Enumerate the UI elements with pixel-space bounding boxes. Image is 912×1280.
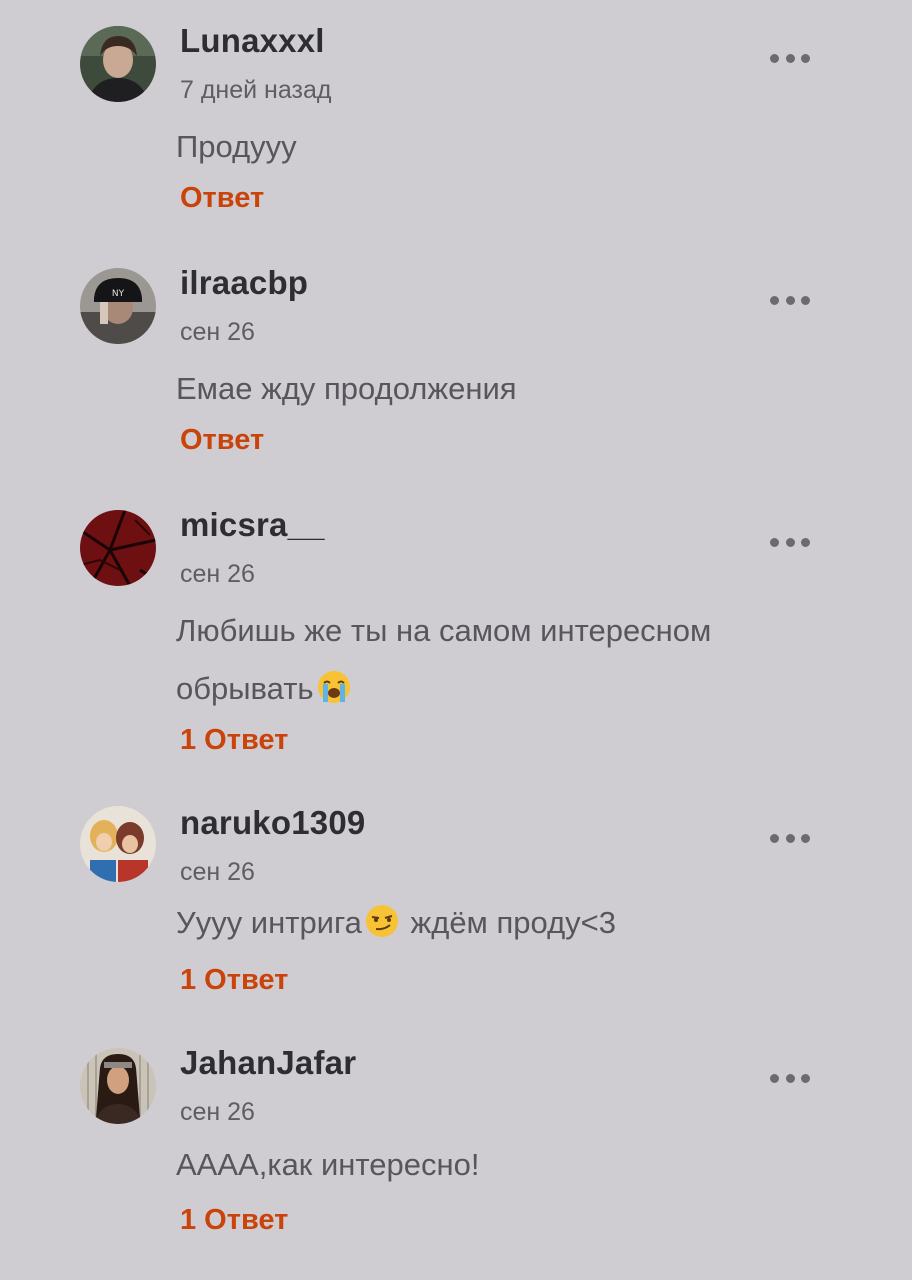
more-options-icon[interactable] — [770, 48, 810, 68]
comment-text-part: Емае жду продолжения — [176, 371, 517, 406]
comment-text: Продууу — [176, 118, 776, 176]
avatar-image — [80, 806, 156, 882]
reply-button[interactable]: 1 Ответ — [180, 724, 288, 757]
loudly-crying-face-emoji — [317, 671, 350, 703]
username[interactable]: naruko1309 — [180, 804, 365, 842]
comment-text-part: Любишь же ты на самом интересном обрыват… — [176, 613, 712, 706]
comment-text: АААА,как интересно! — [176, 1136, 776, 1194]
avatar[interactable] — [80, 26, 156, 102]
comment-text: Уууу интрига ждём проду<3 — [176, 894, 776, 952]
avatar[interactable]: NY — [80, 268, 156, 344]
username[interactable]: Lunaxxxl — [180, 22, 325, 60]
avatar[interactable] — [80, 510, 156, 586]
more-options-icon[interactable] — [770, 290, 810, 310]
avatar-image: NY — [80, 268, 156, 344]
username[interactable]: JahanJafar — [180, 1044, 356, 1082]
reply-button[interactable]: 1 Ответ — [180, 1204, 288, 1237]
reply-button[interactable]: Ответ — [180, 424, 264, 457]
comment-text-part: Продууу — [176, 129, 297, 164]
more-options-icon[interactable] — [770, 532, 810, 552]
timestamp: сен 26 — [180, 560, 255, 588]
more-options-icon[interactable] — [770, 828, 810, 848]
more-options-icon[interactable] — [770, 1068, 810, 1088]
svg-text:NY: NY — [112, 289, 125, 299]
username[interactable]: ilraacbp — [180, 264, 308, 302]
username[interactable]: micsra__ — [180, 506, 325, 544]
comment-text: Любишь же ты на самом интересном обрыват… — [176, 602, 776, 718]
reply-button[interactable]: 1 Ответ — [180, 964, 288, 997]
avatar-image — [80, 1048, 156, 1124]
avatar[interactable] — [80, 1048, 156, 1124]
avatar-image — [80, 26, 156, 102]
comment-text-part: АААА,как интересно! — [176, 1147, 480, 1182]
reply-button[interactable]: Ответ — [180, 182, 264, 215]
timestamp: сен 26 — [180, 1098, 255, 1126]
avatar[interactable] — [80, 806, 156, 882]
timestamp: сен 26 — [180, 858, 255, 886]
comment-text: Емае жду продолжения — [176, 360, 776, 418]
smirking-face-emoji — [365, 905, 398, 937]
timestamp: 7 дней назад — [180, 76, 332, 104]
comment-text-part: Уууу интрига — [176, 905, 362, 940]
timestamp: сен 26 — [180, 318, 255, 346]
avatar-image — [80, 510, 156, 586]
comment-text-part: ждём проду<3 — [401, 905, 616, 940]
